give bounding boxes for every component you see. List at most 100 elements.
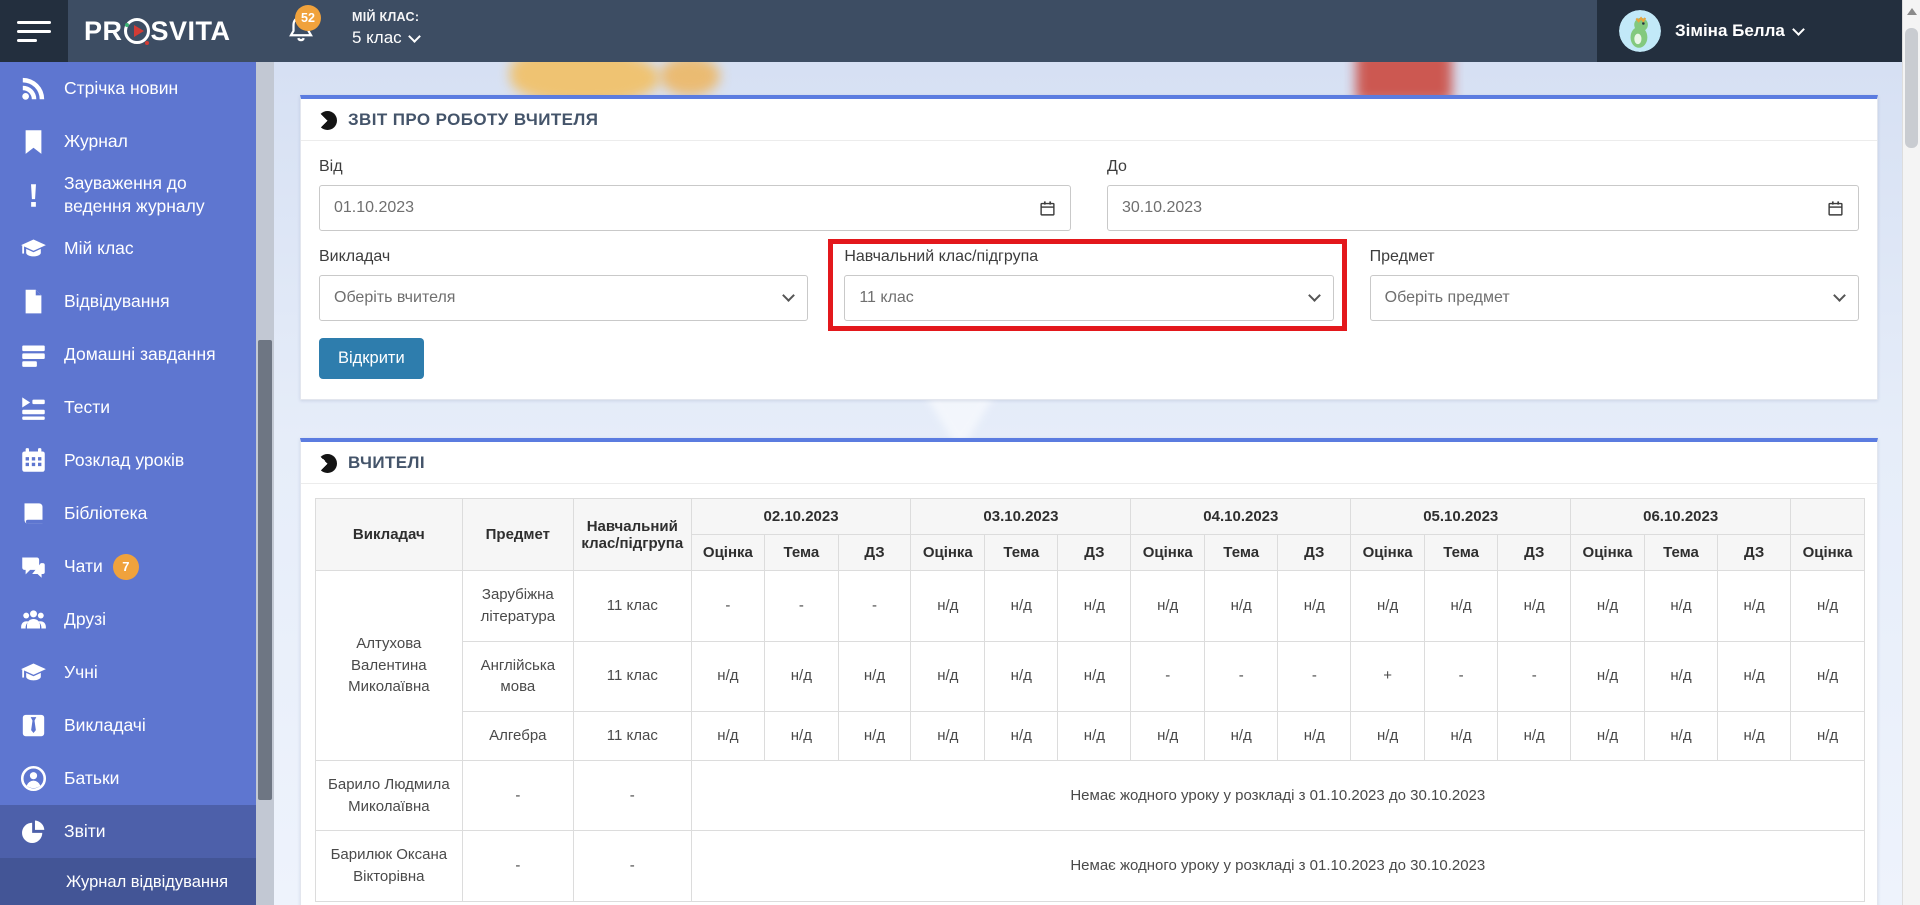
notifications-button[interactable]: 52 <box>286 5 321 48</box>
value-cell: - <box>764 570 839 642</box>
chevron-down-icon <box>1833 289 1846 302</box>
sidebar-item-label: Зауваження до ведення журналу <box>64 173 205 217</box>
teachers-table: Викладач Предмет Навчальний клас/підгрупа 0… <box>315 498 1865 902</box>
graduation-cap-icon <box>20 235 47 262</box>
value-cell: н/д <box>1350 570 1425 642</box>
my-class-widget: МІЙ КЛАС: 5 клас <box>352 10 421 48</box>
page-scrollbar-thumb[interactable] <box>1905 28 1918 148</box>
table-row: Барилюк Оксана Вікторівна - - Немає жодного… <box>315 830 1865 902</box>
teacher-name-cell: Алтухова Валентина Миколаївна <box>315 570 463 761</box>
value-cell: н/д <box>1277 711 1352 761</box>
class-cell: - <box>573 759 692 832</box>
sidebar-item-label: Викладачі <box>64 715 146 736</box>
scroll-up-icon[interactable] <box>1906 8 1917 15</box>
value-cell: - <box>837 570 912 642</box>
sidebar-item[interactable]: Бібліотека <box>0 487 256 540</box>
homework-icon <box>20 341 47 368</box>
no-lessons-message: Немає жодного уроку у розкладі з 01.10.2… <box>690 830 1865 902</box>
date-to-input[interactable]: 30.10.2023 <box>1107 185 1859 231</box>
sidebar-item[interactable]: Батьки <box>0 752 256 805</box>
sidebar-scrollbar[interactable] <box>256 62 274 905</box>
rss-icon <box>20 75 47 102</box>
sidebar-item[interactable]: Звіти <box>0 805 256 859</box>
calendar-icon[interactable] <box>1039 200 1056 217</box>
teachers-card: ВЧИТЕЛІ Викладач Предмет Навчальний клас/п… <box>300 438 1878 905</box>
value-cell: н/д <box>1204 711 1279 761</box>
table-subheader: Тема <box>1423 534 1499 571</box>
value-cell: н/д <box>1717 570 1792 642</box>
sidebar-item[interactable]: Стрічка новин <box>0 62 256 115</box>
table-date-header: 05.10.2023 <box>1350 498 1572 535</box>
user-menu[interactable]: Зіміна Белла <box>1597 0 1902 62</box>
sidebar-item[interactable]: Чати 7 <box>0 540 256 593</box>
subject-cell: Англійська мова <box>461 640 575 712</box>
value-cell: н/д <box>1350 711 1425 761</box>
value-cell: н/д <box>984 570 1059 642</box>
sidebar-item[interactable]: Тести <box>0 381 256 434</box>
sidebar-item-label: Учні <box>64 662 98 683</box>
people-icon <box>20 606 47 633</box>
sidebar-item-label: Чати <box>64 556 103 577</box>
table-header: Викладач <box>315 498 463 571</box>
table-date-header: 03.10.2023 <box>910 498 1132 535</box>
book-icon <box>20 500 47 527</box>
sidebar-item[interactable]: Журнал <box>0 115 256 168</box>
table-row: Барило Людмила Миколаївна - - Немає жодного… <box>315 759 1865 832</box>
sidebar-item[interactable]: Учні <box>0 646 256 699</box>
sidebar-menu: Стрічка новин Журнал Зауваження до ведення… <box>0 62 256 905</box>
value-cell: н/д <box>1130 711 1206 761</box>
calendar-icon[interactable] <box>1827 200 1844 217</box>
sidebar-item[interactable]: Зауваження до ведення журналу <box>0 168 256 222</box>
date-from-input[interactable]: 01.10.2023 <box>319 185 1071 231</box>
chevron-down-icon <box>1307 289 1321 302</box>
value-cell: н/д <box>1057 640 1132 712</box>
sidebar-item-label: Відвідування <box>64 291 170 312</box>
no-lessons-message: Немає жодного уроку у розкладі з 01.10.2… <box>690 759 1865 832</box>
open-button[interactable]: Відкрити <box>319 338 424 379</box>
value-cell: н/д <box>1717 640 1792 712</box>
value-cell: н/д <box>1204 570 1279 642</box>
table-header: Навчальний клас/підгрупа <box>573 498 692 571</box>
sidebar-item[interactable]: Мій клас <box>0 222 256 275</box>
table-subheader: ДЗ <box>1277 534 1352 571</box>
subject-field: Предмет Оберіть предмет <box>1369 248 1859 321</box>
value-cell: н/д <box>1057 570 1132 642</box>
card-title: ЗВІТ ПРО РОБОТУ ВЧИТЕЛЯ <box>348 110 599 129</box>
report-filter-card: ЗВІТ ПРО РОБОТУ ВЧИТЕЛЯ Від 01.10.2023 Д… <box>300 95 1878 400</box>
sidebar-item[interactable]: Домашні завдання <box>0 328 256 381</box>
subject-cell: - <box>461 759 575 832</box>
class-cell: - <box>573 830 692 902</box>
sidebar-scrollbar-thumb[interactable] <box>258 340 272 800</box>
table-date-header: 02.10.2023 <box>690 498 912 535</box>
date-from-field: Від 01.10.2023 <box>319 158 1071 231</box>
value-cell: - <box>1130 640 1206 712</box>
value-cell: н/д <box>1717 711 1792 761</box>
sidebar-item[interactable]: Відвідування <box>0 275 256 328</box>
teacher-label: Викладач <box>319 248 391 265</box>
sidebar-item[interactable]: Розклад уроків <box>0 434 256 487</box>
class-select[interactable]: 11 клас <box>844 275 1334 321</box>
value-cell: н/д <box>1643 640 1719 712</box>
value-cell: н/д <box>1570 640 1645 712</box>
table-subheader: ДЗ <box>1717 534 1792 571</box>
main-content: ЗВІТ ПРО РОБОТУ ВЧИТЕЛЯ Від 01.10.2023 Д… <box>274 62 1902 905</box>
sidebar-item[interactable]: Журнал відвідування <box>0 858 256 905</box>
chat-icon <box>20 553 47 580</box>
sidebar-item[interactable]: Викладачі <box>0 699 256 752</box>
table-subheader: Тема <box>764 534 839 571</box>
table-subheader: Оцінка <box>1350 534 1425 571</box>
menu-toggle-button[interactable] <box>0 0 68 62</box>
value-cell: н/д <box>1423 570 1499 642</box>
table-row: Алгебра 11 клас н/д н/д н/д н/д н/д н/д н/д н/д н/… <box>316 711 1865 761</box>
my-class-select[interactable]: 5 клас <box>352 28 421 48</box>
table-subheader: Оцінка <box>1570 534 1645 571</box>
page-scrollbar[interactable] <box>1902 0 1920 905</box>
table-subheader: ДЗ <box>837 534 912 571</box>
sidebar-item[interactable]: Друзі <box>0 593 256 646</box>
avatar <box>1619 10 1661 52</box>
value-cell: н/д <box>984 711 1059 761</box>
value-cell: н/д <box>910 570 986 642</box>
teacher-select[interactable]: Оберіть вчителя <box>319 275 809 321</box>
subject-select[interactable]: Оберіть предмет <box>1369 275 1859 321</box>
sidebar-item-label: Батьки <box>64 768 120 789</box>
